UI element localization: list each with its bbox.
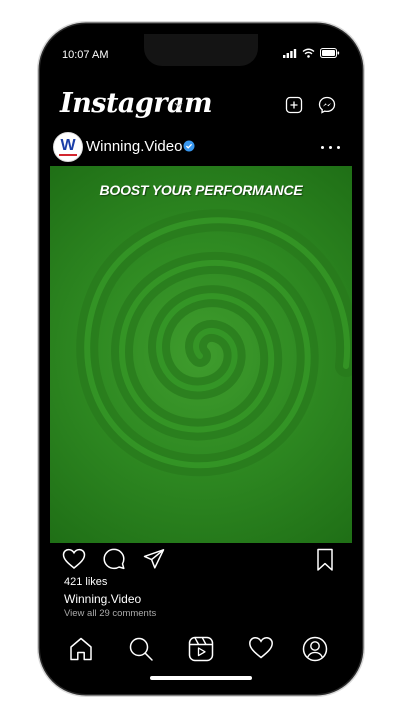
activity-heart-icon[interactable] xyxy=(248,636,274,660)
instagram-header: Instagram xyxy=(40,86,362,126)
status-icons xyxy=(283,48,340,58)
post-header: W Winning.Video xyxy=(40,130,362,164)
status-time: 10:07 AM xyxy=(62,49,109,61)
home-indicator xyxy=(150,676,252,680)
notch-rim xyxy=(138,24,264,28)
signal-icon xyxy=(283,48,297,58)
home-icon[interactable] xyxy=(68,636,94,662)
reels-icon[interactable] xyxy=(188,636,214,662)
new-post-icon[interactable] xyxy=(285,96,303,114)
battery-icon xyxy=(320,48,340,58)
chevron-down-icon[interactable] xyxy=(174,102,183,108)
post-username[interactable]: Winning.Video xyxy=(86,138,182,155)
bookmark-icon[interactable] xyxy=(316,548,334,572)
search-icon[interactable] xyxy=(128,636,154,662)
view-comments-link[interactable]: View all 29 comments xyxy=(64,608,156,619)
messenger-icon[interactable] xyxy=(318,96,336,114)
post-image-title: BOOST YOUR PERFORMANCE xyxy=(99,182,303,198)
spiral-graphic xyxy=(76,209,352,477)
wifi-icon xyxy=(302,48,315,58)
comment-icon[interactable] xyxy=(102,548,126,570)
profile-icon[interactable] xyxy=(302,636,328,662)
phone-frame: 10:07 AM Instagram W Winning.Video BOOST… xyxy=(40,24,362,694)
avatar[interactable]: W xyxy=(53,132,83,162)
heart-icon[interactable] xyxy=(62,548,86,570)
share-icon[interactable] xyxy=(143,548,165,570)
instagram-logo[interactable]: Instagram xyxy=(60,88,213,119)
post-action-bar xyxy=(40,548,362,574)
likes-count[interactable]: 421 likes xyxy=(64,576,107,588)
bottom-nav xyxy=(40,632,362,668)
more-options-icon[interactable] xyxy=(321,146,340,149)
caption-username[interactable]: Winning.Video xyxy=(64,592,141,606)
post-image[interactable]: BOOST YOUR PERFORMANCE xyxy=(50,166,352,543)
avatar-letter: W xyxy=(60,137,76,154)
verified-badge-icon xyxy=(183,140,195,152)
avatar-underline xyxy=(59,154,77,156)
notch xyxy=(144,34,258,66)
